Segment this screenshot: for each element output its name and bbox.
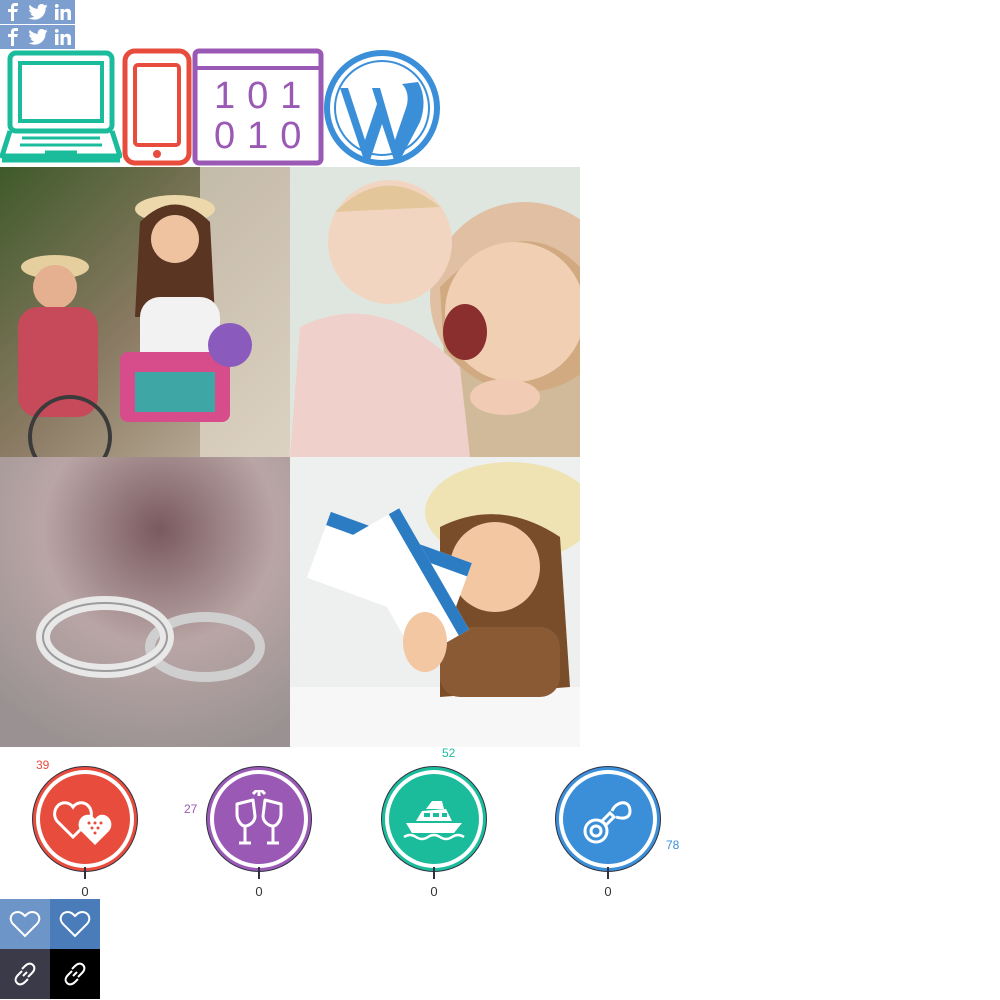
- twitter-share-button[interactable]: [25, 25, 50, 49]
- love-button[interactable]: [40, 774, 130, 864]
- linkedin-share-button[interactable]: [50, 25, 75, 49]
- permalink-button[interactable]: [50, 949, 100, 999]
- stat-count: 0: [430, 884, 438, 899]
- yacht-icon: [403, 801, 465, 841]
- stat-circle-celebration: 0 27: [184, 766, 316, 906]
- progress-tick: [433, 867, 435, 879]
- laptop-icon[interactable]: [0, 48, 122, 168]
- photo-couple-bike[interactable]: [0, 167, 290, 457]
- like-button[interactable]: [0, 899, 50, 949]
- celebration-button[interactable]: [214, 774, 304, 864]
- facebook-share-button[interactable]: [0, 25, 25, 49]
- cruise-button[interactable]: [389, 774, 479, 864]
- progress-tick: [258, 867, 260, 879]
- progress-tick: [84, 867, 86, 879]
- stat-percent: 27: [184, 802, 198, 816]
- stat-percent: 52: [442, 746, 456, 760]
- binary-line-2: 010: [214, 115, 313, 157]
- linkedin-icon: [54, 29, 71, 45]
- facebook-icon: [7, 28, 18, 46]
- facebook-share-button[interactable]: [0, 0, 25, 24]
- twitter-icon: [27, 4, 48, 20]
- stat-count: 0: [255, 884, 263, 899]
- stat-circle-love: 0 39: [32, 758, 142, 906]
- like-button[interactable]: [50, 899, 100, 949]
- photo-wedding-rings[interactable]: [0, 457, 290, 747]
- wordpress-icon[interactable]: [322, 48, 442, 168]
- link-icon: [64, 962, 86, 986]
- stat-percent: 78: [666, 838, 680, 852]
- heart-icon: [59, 910, 91, 938]
- heart-icon: [9, 910, 41, 938]
- stat-circle-cruise: 0 52: [381, 746, 491, 906]
- linkedin-icon: [54, 4, 71, 20]
- stat-percent: 39: [36, 758, 50, 772]
- pacifier-icon: [583, 801, 632, 844]
- progress-tick: [607, 867, 609, 879]
- facebook-icon: [7, 3, 18, 21]
- permalink-button[interactable]: [0, 949, 50, 999]
- stat-count: 0: [604, 884, 612, 899]
- twitter-share-button[interactable]: [25, 0, 50, 24]
- stat-count: 0: [81, 884, 89, 899]
- champagne-glasses-icon: [235, 790, 283, 845]
- stat-circle-baby: 0 78: [555, 766, 679, 906]
- share-bar: [0, 0, 75, 24]
- hearts-icon: [53, 801, 112, 845]
- photo-woman-boarding-pass[interactable]: [290, 457, 580, 747]
- photo-mother-baby[interactable]: [290, 167, 580, 457]
- baby-button[interactable]: [563, 774, 653, 864]
- binary-code-icon[interactable]: 101 010: [192, 48, 324, 168]
- binary-line-1: 101: [214, 75, 313, 117]
- share-bar: [0, 25, 75, 49]
- twitter-icon: [27, 29, 48, 45]
- smartphone-icon[interactable]: [122, 48, 192, 168]
- linkedin-share-button[interactable]: [50, 0, 75, 24]
- link-icon: [14, 962, 36, 986]
